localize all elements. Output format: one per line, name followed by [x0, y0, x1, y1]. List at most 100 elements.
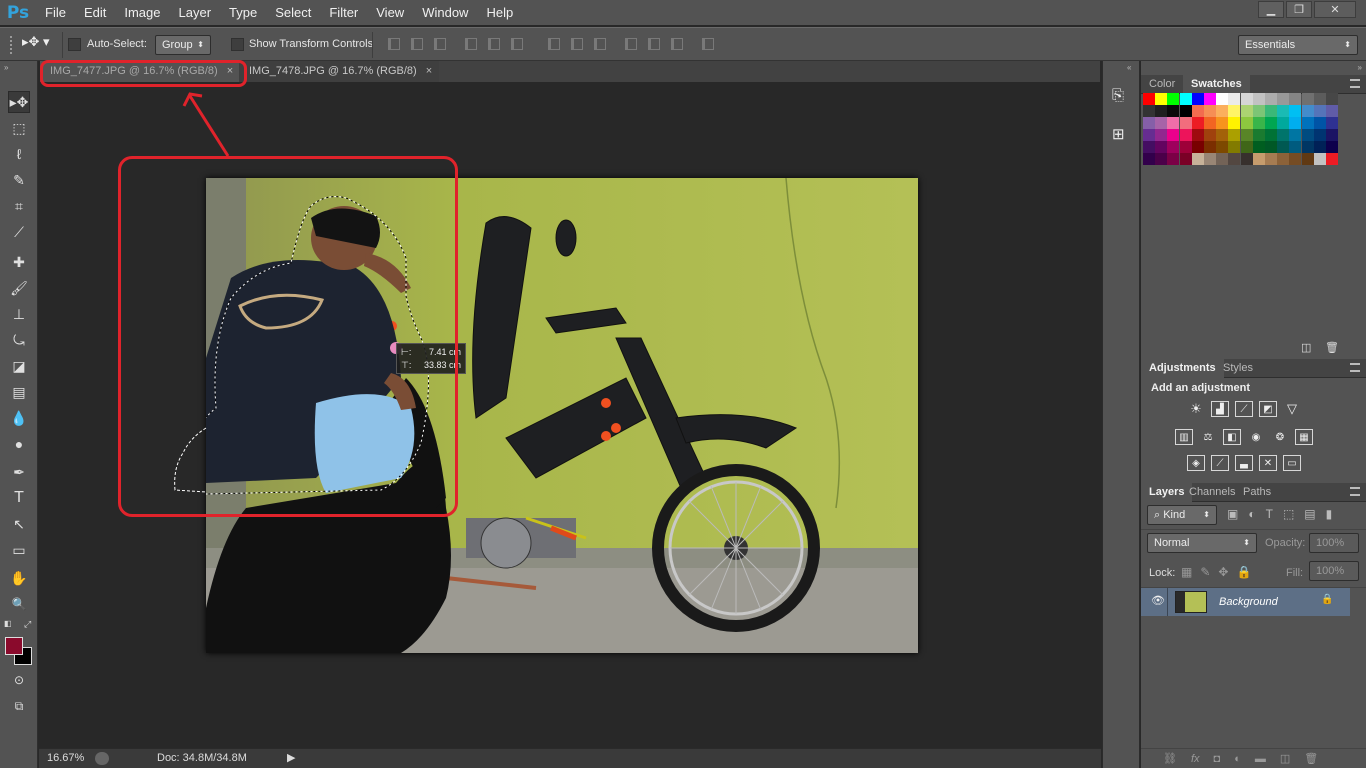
swatch[interactable]	[1265, 117, 1277, 129]
default-colors-icon[interactable]: ◧	[4, 619, 12, 628]
link-layers-icon[interactable]: ⛓	[1163, 752, 1177, 765]
swatch[interactable]	[1277, 141, 1290, 153]
menu-view[interactable]: View	[367, 0, 413, 25]
opacity-input[interactable]: 100%	[1309, 533, 1359, 553]
status-info-icon[interactable]	[95, 752, 109, 765]
swatch[interactable]	[1277, 153, 1290, 165]
menu-type[interactable]: Type	[220, 0, 266, 25]
add-mask-icon[interactable]: ◘	[1214, 753, 1221, 765]
collapse-arrows-icon[interactable]: »	[4, 63, 8, 72]
layer-style-icon[interactable]: fx	[1191, 753, 1200, 765]
crop-icon[interactable]: ⌗	[8, 195, 30, 217]
swatch[interactable]	[1143, 153, 1155, 165]
swatch[interactable]	[1252, 153, 1265, 165]
swatch[interactable]	[1228, 105, 1241, 117]
panel-menu-icon[interactable]	[1350, 363, 1360, 372]
visibility-eye-icon[interactable]: 👁	[1151, 594, 1165, 607]
swatch[interactable]	[1240, 129, 1253, 141]
align-bottom-icon[interactable]	[434, 38, 446, 50]
swatch[interactable]	[1191, 141, 1204, 153]
filter-smart-object-icon[interactable]: ▤	[1304, 507, 1315, 521]
distribute-top-icon[interactable]	[548, 38, 560, 50]
swatch[interactable]	[1204, 105, 1216, 117]
swatch[interactable]	[1313, 153, 1326, 165]
layer-kind-filter[interactable]: ⌕ Kind ⬍	[1147, 505, 1217, 525]
swatch[interactable]	[1228, 153, 1241, 165]
swatch[interactable]	[1155, 141, 1168, 153]
swatch[interactable]	[1277, 117, 1290, 129]
quick-mask-icon[interactable]: ⊙	[8, 669, 30, 691]
swatch[interactable]	[1216, 153, 1229, 165]
swatch[interactable]	[1240, 141, 1253, 153]
align-vcenter-icon[interactable]	[411, 38, 423, 50]
menu-image[interactable]: Image	[115, 0, 169, 25]
panel-menu-icon[interactable]	[1350, 487, 1360, 496]
swatch[interactable]	[1155, 153, 1168, 165]
invert-icon[interactable]: ◈	[1187, 455, 1205, 471]
tab-color[interactable]: Color	[1141, 75, 1183, 94]
filter-adjustment-icon[interactable]: ◐	[1248, 507, 1255, 521]
swatch[interactable]	[1240, 93, 1253, 105]
delete-layer-icon[interactable]: 🗑	[1304, 752, 1318, 765]
photo-filter-icon[interactable]: ◉	[1247, 429, 1265, 445]
swatch[interactable]	[1155, 117, 1168, 129]
swatch[interactable]	[1143, 129, 1155, 141]
color-lookup-icon[interactable]: ▦	[1295, 429, 1313, 445]
tab-styles[interactable]: Styles	[1215, 359, 1261, 378]
swatch[interactable]	[1191, 93, 1204, 105]
swatch[interactable]	[1289, 141, 1302, 153]
gradient-map-icon[interactable]: ▭	[1283, 455, 1301, 471]
filter-pixel-icon[interactable]: ▣	[1227, 507, 1238, 521]
workspace-dropdown[interactable]: Essentials ⬍	[1238, 35, 1358, 55]
swatch[interactable]	[1228, 93, 1241, 105]
lasso-icon[interactable]: ℓ	[8, 143, 30, 165]
swatch[interactable]	[1326, 153, 1338, 165]
swatch[interactable]	[1143, 93, 1155, 105]
rectangle-icon[interactable]: ▭	[8, 539, 30, 561]
swatch[interactable]	[1228, 117, 1241, 129]
swap-colors-icon[interactable]: ⤢	[24, 619, 31, 630]
swatch[interactable]	[1228, 141, 1241, 153]
swatch[interactable]	[1155, 93, 1168, 105]
swatch[interactable]	[1191, 153, 1204, 165]
swatch[interactable]	[1301, 117, 1314, 129]
swatch[interactable]	[1289, 129, 1302, 141]
swatch[interactable]	[1301, 153, 1314, 165]
levels-icon[interactable]: ▟	[1211, 401, 1229, 417]
swatch[interactable]	[1240, 153, 1253, 165]
new-group-icon[interactable]: ▬	[1255, 753, 1266, 765]
align-hcenter-icon[interactable]	[488, 38, 500, 50]
swatch[interactable]	[1326, 93, 1338, 105]
brush-icon[interactable]: 🖌	[8, 277, 30, 299]
swatch[interactable]	[1301, 129, 1314, 141]
auto-align-icon[interactable]	[702, 38, 714, 50]
swatch[interactable]	[1265, 105, 1277, 117]
swatch[interactable]	[1313, 129, 1326, 141]
eyedropper-icon[interactable]: ⟋	[8, 221, 30, 243]
panel-menu-icon[interactable]	[1350, 79, 1360, 88]
history-panel-icon[interactable]: ⎘	[1112, 87, 1124, 104]
swatch[interactable]	[1313, 93, 1326, 105]
tab-img-7478[interactable]: IMG_7478.JPG @ 16.7% (RGB/8) ×	[239, 61, 439, 82]
distribute-bottom-icon[interactable]	[594, 38, 606, 50]
swatch[interactable]	[1313, 105, 1326, 117]
auto-select-checkbox[interactable]	[68, 38, 81, 51]
dodge-icon[interactable]: ●	[8, 433, 30, 455]
zoom-level[interactable]: 16.67%	[47, 752, 84, 764]
screen-mode-icon[interactable]: ⧉	[8, 695, 30, 717]
swatch[interactable]	[1204, 129, 1216, 141]
move-icon[interactable]: ▸✥	[8, 91, 30, 113]
menu-edit[interactable]: Edit	[75, 0, 115, 25]
minimize-button[interactable]: ▁	[1258, 1, 1284, 18]
swatch[interactable]	[1143, 105, 1155, 117]
swatch[interactable]	[1167, 129, 1180, 141]
menu-help[interactable]: Help	[477, 0, 522, 25]
channel-mixer-icon[interactable]: ❂	[1271, 429, 1289, 445]
swatch[interactable]	[1155, 129, 1168, 141]
swatch[interactable]	[1301, 141, 1314, 153]
swatch[interactable]	[1265, 129, 1277, 141]
swatch[interactable]	[1179, 117, 1192, 129]
swatch[interactable]	[1301, 105, 1314, 117]
healing-brush-icon[interactable]: ✚	[8, 251, 30, 273]
align-left-icon[interactable]	[465, 38, 477, 50]
